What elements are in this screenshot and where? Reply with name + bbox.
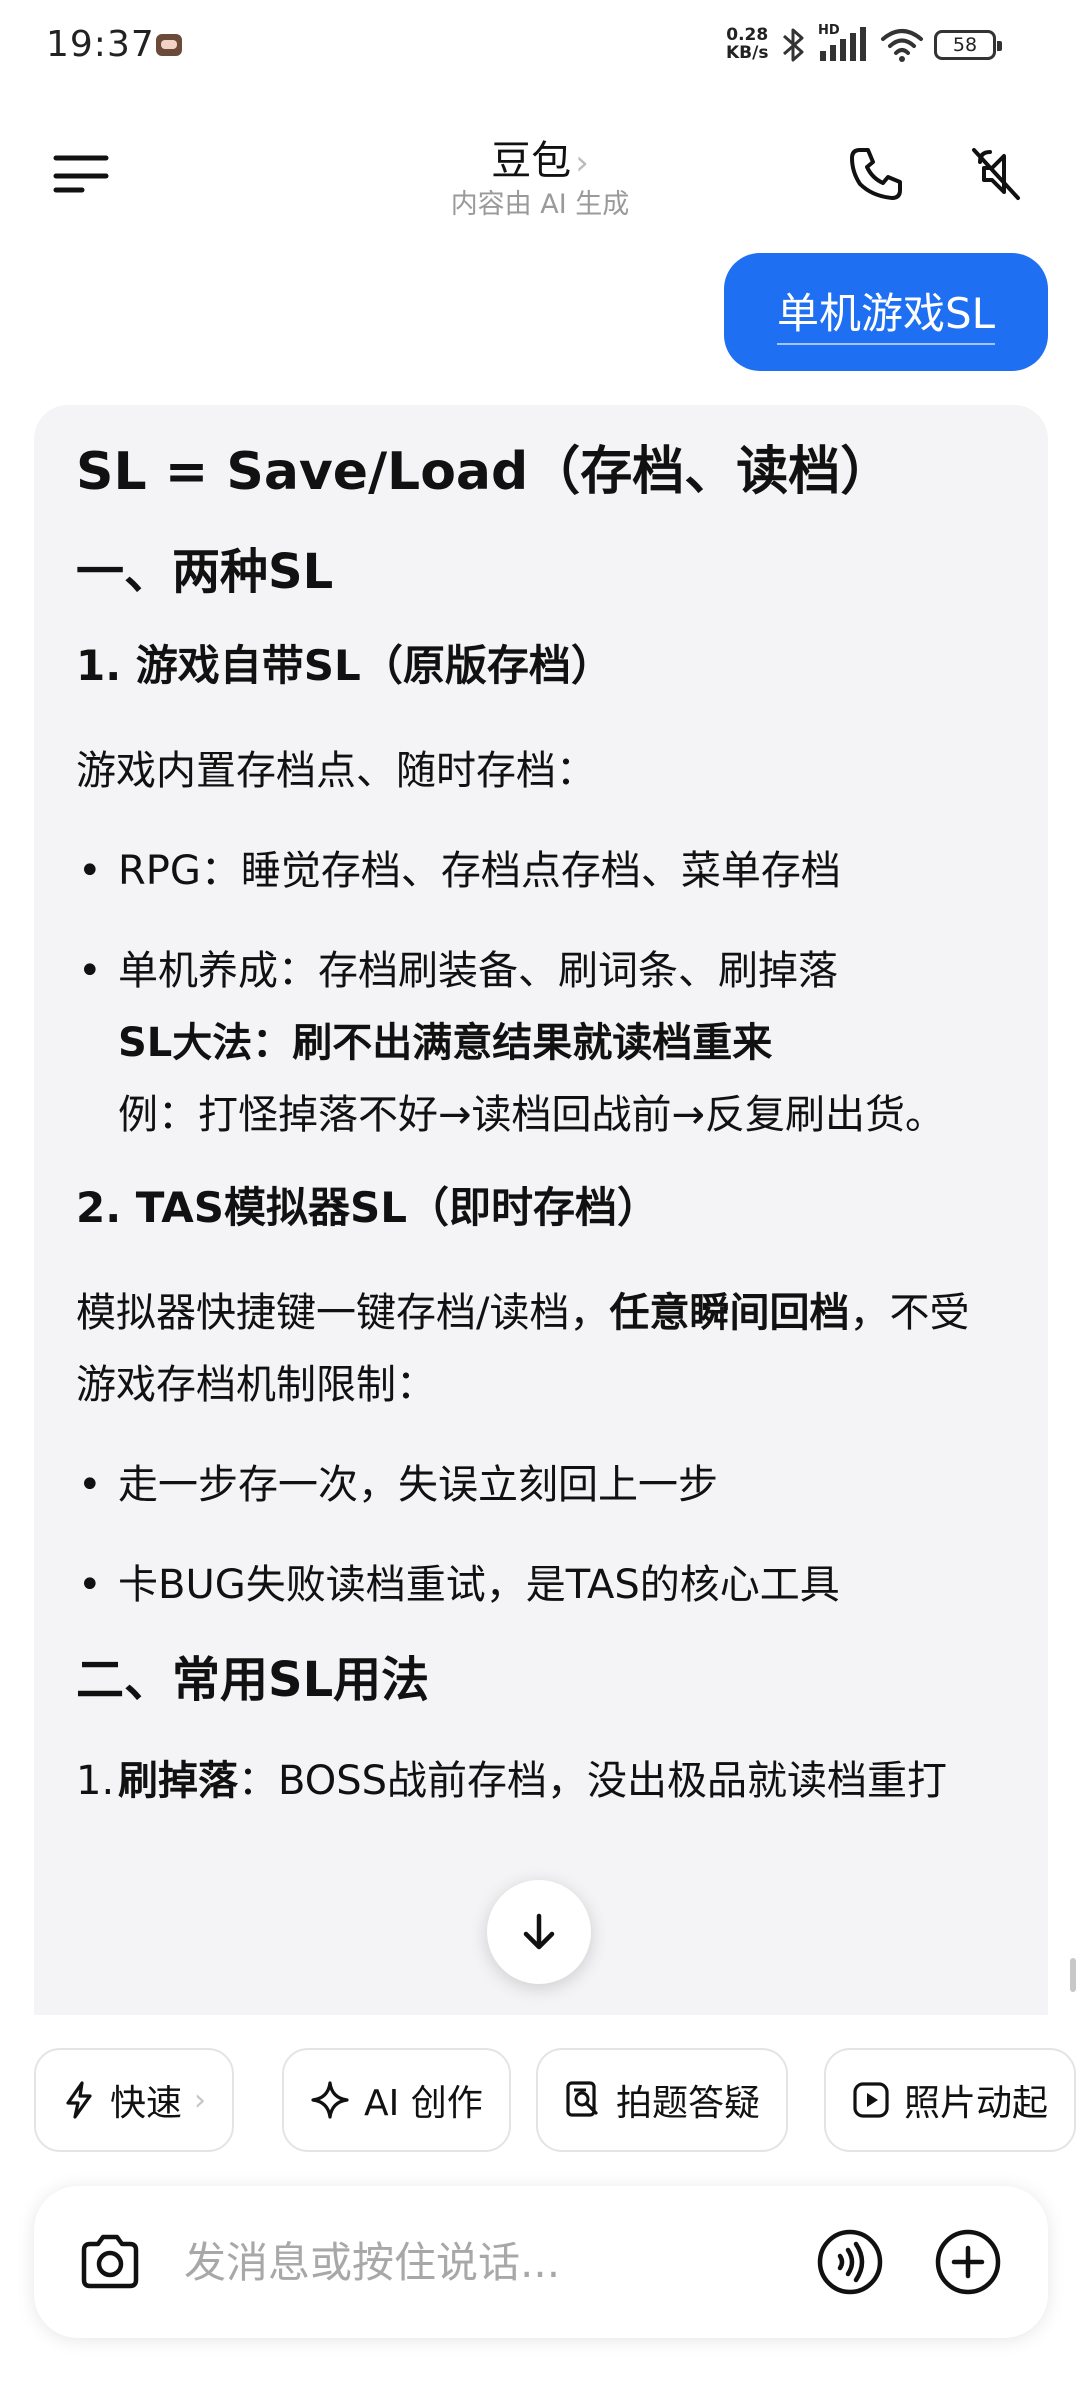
voice-call-icon	[817, 2229, 883, 2295]
chip-label: 拍题答疑	[616, 2083, 761, 2124]
wifi-icon	[881, 29, 923, 62]
network-speed-value: 0.28	[726, 25, 769, 45]
subsection-title-1: 1. 游戏自带SL（原版存档）	[76, 641, 613, 690]
list-item-example: 例：打怪掉落不好→读档回战前→反复刷出货。	[118, 1092, 946, 1138]
battery-icon: 58	[934, 30, 1002, 60]
ordered-list-item: 1. 刷掉落：BOSS战前存档，没出极品就读档重打	[76, 1745, 1006, 1817]
list-item: 卡BUG失败读档重试，是TAS的核心工具	[76, 1549, 1006, 1621]
play-icon	[853, 2082, 889, 2118]
section-title-2: 二、常用SL用法	[76, 1652, 430, 1708]
section-title-1: 一、两种SL	[76, 544, 334, 600]
user-message-text: 单机游戏SL	[776, 280, 996, 345]
speaker-mute-icon	[972, 148, 1020, 200]
paragraph-bold-text: 任意瞬间回档	[609, 1290, 850, 1336]
quick-action-animate-photo[interactable]: 照片动起	[824, 2048, 1077, 2152]
quick-action-ai-create[interactable]: AI 创作	[282, 2048, 511, 2152]
plus-icon	[935, 2229, 1001, 2295]
answer-heading: SL = Save/Load（存档、读档）	[76, 442, 893, 502]
list-item: 单机养成：存档刷装备、刷词条、刷掉落 SL大法：刷不出满意结果就读档重来 例：打…	[76, 935, 1006, 1151]
message-input[interactable]	[184, 2222, 824, 2302]
bluetooth-icon	[783, 28, 804, 62]
camera-icon	[81, 2234, 139, 2289]
lightning-icon	[66, 2081, 92, 2119]
chat-title[interactable]: 豆包 ›	[0, 128, 1080, 186]
chevron-right-icon: ›	[575, 143, 589, 183]
chat-header: 豆包 › 内容由 AI 生成	[0, 110, 1080, 240]
signal-icon: HD	[818, 23, 870, 63]
phone-icon	[850, 148, 902, 200]
app-notification-icon	[156, 34, 182, 56]
chip-label: 照片动起	[904, 2083, 1049, 2124]
search-doc-icon	[566, 2081, 598, 2117]
paragraph-intro-1: 游戏内置存档点、随时存档：	[76, 748, 596, 794]
scrollbar-thumb[interactable]	[1070, 1958, 1076, 1992]
chevron-right-icon: ›	[194, 2082, 207, 2118]
quick-actions-bar: 快速 › AI 创作 拍题答疑 照片动起	[34, 2048, 1080, 2152]
quick-action-photo-question[interactable]: 拍题答疑	[536, 2048, 789, 2152]
more-options-button[interactable]	[934, 2228, 1002, 2296]
status-time: 19:37	[46, 24, 155, 65]
network-speed-unit: KB/s	[726, 43, 769, 63]
list-item-bold-text: 刷掉落	[118, 1758, 238, 1804]
subsection-title-2: 2. TAS模拟器SL（即时存档）	[76, 1183, 659, 1232]
list-item-bold-text: SL大法：刷不出满意结果就读档重来	[118, 1020, 773, 1066]
paragraph-intro-2: 模拟器快捷键一键存档/读档，任意瞬间回档，不受游戏存档机制限制：	[76, 1277, 1006, 1421]
signal-hd-badge: HD	[818, 23, 840, 38]
quick-action-fast[interactable]: 快速 ›	[34, 2048, 235, 2152]
phone-call-button[interactable]	[846, 144, 906, 204]
network-speed: 0.28 KB/s	[726, 26, 768, 62]
ai-generated-note: 内容由 AI 生成	[450, 189, 630, 220]
voice-call-button[interactable]	[816, 2228, 884, 2296]
camera-button[interactable]	[76, 2228, 144, 2296]
battery-level: 58	[952, 34, 978, 56]
chat-title-text: 豆包	[491, 138, 572, 184]
chip-label: 快速	[110, 2083, 183, 2124]
user-message-bubble[interactable]: 单机游戏SL	[724, 253, 1048, 371]
paragraph-text: 模拟器快捷键一键存档/读档，	[76, 1290, 610, 1336]
list-item-text: 单机养成：存档刷装备、刷词条、刷掉落	[118, 948, 838, 994]
status-bar: 19:37 0.28 KB/s HD 58	[0, 0, 1080, 95]
message-input-bar	[34, 2186, 1048, 2338]
status-icons: HD 58	[780, 23, 1002, 64]
list-item-text: ：BOSS战前存档，没出极品就读档重打	[238, 1758, 948, 1804]
speaker-mute-button[interactable]	[966, 144, 1026, 204]
sparkle-icon	[311, 2081, 349, 2119]
list-number: 1.	[76, 1758, 115, 1804]
list-item: 走一步存一次，失误立刻回上一步	[76, 1449, 1006, 1521]
chip-label: AI 创作	[364, 2083, 483, 2124]
ai-answer-card: SL = Save/Load（存档、读档） 一、两种SL 1. 游戏自带SL（原…	[34, 405, 1048, 2015]
list-item: RPG：睡觉存档、存档点存档、菜单存档	[76, 835, 1006, 907]
arrow-down-icon	[523, 1913, 555, 1950]
scroll-to-bottom-button[interactable]	[487, 1880, 591, 1984]
